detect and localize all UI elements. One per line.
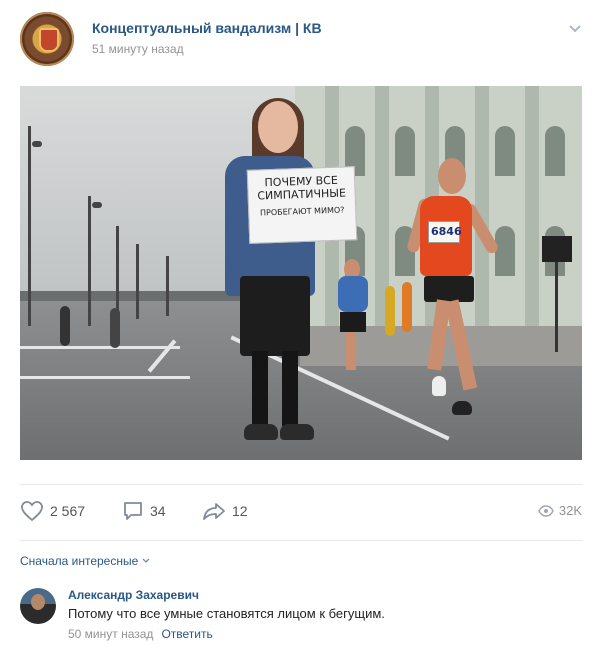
comment-sort-dropdown[interactable]: Сначала интересные <box>20 554 150 568</box>
bib-number: 6846 <box>431 225 462 238</box>
comment-count: 34 <box>150 503 166 519</box>
runner-shirt <box>338 276 368 312</box>
street-lamp <box>116 226 119 321</box>
girl-skirt <box>240 276 310 356</box>
bystander <box>385 286 395 336</box>
post-photo[interactable]: 6846 ПОЧЕМУ ВСЕ СИМПАТИЧНЫЕ ПРОБЕГАЮТ МИ… <box>20 86 582 460</box>
avatar[interactable] <box>20 588 56 624</box>
comment-meta: 50 минут назад Ответить <box>68 627 213 641</box>
street-lamp-head <box>92 202 102 208</box>
street-lamp-head <box>32 141 42 147</box>
speaker-box <box>542 236 572 262</box>
group-name-link[interactable]: Концептуальный вандализм | КВ <box>92 20 322 36</box>
comment-icon <box>124 502 142 520</box>
street-lamp <box>88 196 91 326</box>
divider <box>20 484 582 485</box>
comment-button[interactable]: 34 <box>122 500 166 522</box>
share-count: 12 <box>232 503 248 519</box>
speaker-stand <box>555 262 558 352</box>
race-bib: 6846 <box>428 221 462 243</box>
road-marking <box>20 346 180 349</box>
runner-shorts <box>340 312 366 332</box>
runner-head <box>438 158 466 194</box>
street-lamp <box>166 256 169 316</box>
views-count: 32K <box>558 503 582 518</box>
runner-shoe <box>432 376 446 396</box>
post-timestamp[interactable]: 51 минуту назад <box>92 42 184 56</box>
girl-leg <box>252 351 268 426</box>
runner-shorts <box>424 276 474 302</box>
sign-line: СИМПАТИЧНЫЕ <box>257 186 347 203</box>
like-count: 2 567 <box>50 503 86 519</box>
like-button[interactable]: 2 567 <box>20 500 85 522</box>
share-button[interactable]: 12 <box>202 500 248 522</box>
runner-leg <box>346 332 356 370</box>
road-marking <box>20 376 190 379</box>
comment-text: Потому что все умные становятся лицом к … <box>68 606 385 621</box>
comment-author-link[interactable]: Александр Захаревич <box>68 588 199 602</box>
street-lamp <box>136 244 139 319</box>
share-icon <box>203 503 225 520</box>
divider <box>20 540 582 541</box>
girl-shoe <box>244 424 278 440</box>
girl-shoe <box>280 424 314 440</box>
heart-icon <box>21 501 43 522</box>
street-lamp <box>28 126 31 326</box>
views-counter: 32K <box>538 503 582 518</box>
bystander <box>110 308 120 348</box>
crest-icon <box>39 28 59 52</box>
bystander <box>402 282 412 332</box>
runner-shoe <box>452 401 472 415</box>
girl-face <box>258 101 298 153</box>
girl-leg <box>282 351 298 426</box>
chevron-down-icon[interactable] <box>568 24 582 34</box>
post-card: Концептуальный вандализм | КВ 51 минуту … <box>0 0 604 650</box>
protest-sign: ПОЧЕМУ ВСЕ СИМПАТИЧНЫЕ ПРОБЕГАЮТ МИМО? <box>246 166 358 244</box>
bystander <box>60 306 70 346</box>
comment-timestamp[interactable]: 50 минут назад <box>68 627 153 641</box>
comment-sort-label: Сначала интересные <box>20 554 139 568</box>
sign-line: ПРОБЕГАЮТ МИМО? <box>259 205 345 218</box>
reply-button[interactable]: Ответить <box>161 627 212 641</box>
chevron-down-icon <box>142 558 150 563</box>
eye-icon <box>538 504 554 517</box>
group-avatar[interactable] <box>20 12 74 66</box>
